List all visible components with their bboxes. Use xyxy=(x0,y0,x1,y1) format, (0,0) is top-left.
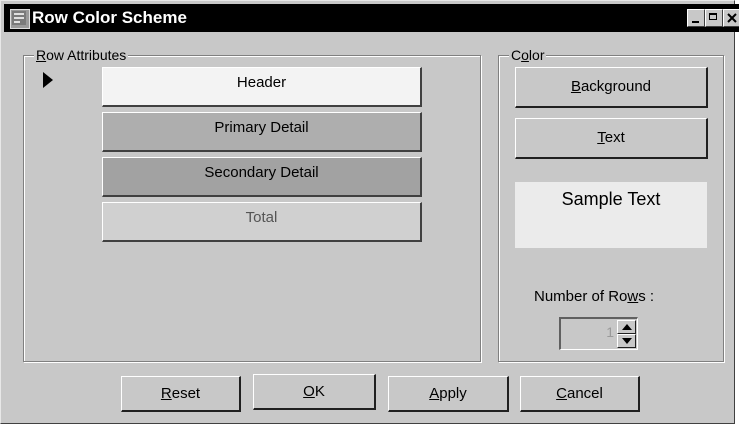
maximize-icon[interactable] xyxy=(705,9,723,27)
cancel-button[interactable]: Cancel xyxy=(520,376,640,412)
reset-button[interactable]: Reset xyxy=(121,376,241,412)
row-attribute-label: Secondary Detail xyxy=(204,164,319,181)
row-color-scheme-dialog: Row Color Scheme Row Attributes Header Pr… xyxy=(0,0,739,424)
background-button[interactable]: Background xyxy=(515,67,708,108)
row-attributes-label: Row Attributes xyxy=(34,47,129,63)
text-button[interactable]: Text xyxy=(515,118,708,159)
row-attribute-label: Total xyxy=(245,209,278,226)
number-of-rows-spinner[interactable]: 1 xyxy=(559,317,638,350)
row-attribute-3[interactable]: Total xyxy=(102,202,422,242)
document-list-icon xyxy=(10,9,30,29)
color-group-label: Color xyxy=(509,47,547,63)
close-icon[interactable] xyxy=(723,9,739,27)
selected-row-arrow-icon xyxy=(43,72,53,88)
row-attribute-label: Header xyxy=(236,74,287,91)
window-title: Row Color Scheme xyxy=(32,8,187,27)
number-of-rows-label: Number of Rows : xyxy=(534,288,655,305)
sample-text: Sample Text xyxy=(561,189,661,209)
minimize-icon[interactable] xyxy=(687,9,705,27)
title-bar[interactable]: Row Color Scheme xyxy=(4,4,739,32)
number-of-rows-value: 1 xyxy=(606,324,614,340)
row-attribute-0[interactable]: Header xyxy=(102,67,422,107)
apply-button[interactable]: Apply xyxy=(388,376,509,412)
ok-button[interactable]: OK xyxy=(253,374,376,410)
row-attribute-1[interactable]: Primary Detail xyxy=(102,112,422,152)
row-attribute-label: Primary Detail xyxy=(214,119,309,136)
spin-up-icon[interactable] xyxy=(617,320,636,334)
row-attribute-2[interactable]: Secondary Detail xyxy=(102,157,422,197)
spin-down-icon[interactable] xyxy=(617,334,636,348)
sample-text-preview: Sample Text xyxy=(515,182,707,248)
